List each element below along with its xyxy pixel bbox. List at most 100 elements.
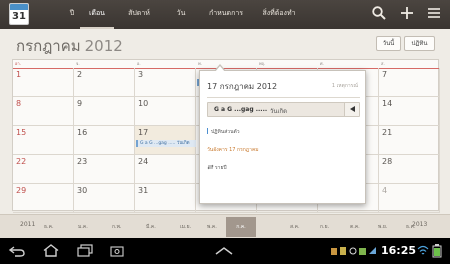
day-cell[interactable]: 17 G a G ...gag ..... วันเกิด — [135, 126, 196, 155]
popup-repeat: รายปี — [207, 164, 227, 172]
day-number: 16 — [77, 128, 88, 137]
popup-event-type: วันเกิด — [270, 108, 288, 115]
tab-year[interactable]: ปี — [62, 0, 82, 29]
event-chip[interactable]: G a G ...gag ..... วันเกิด — [136, 140, 196, 147]
month-item[interactable]: พ.ค. — [207, 223, 217, 231]
add-icon[interactable] — [399, 5, 415, 21]
day-number: 23 — [77, 157, 88, 166]
day-cell[interactable]: 3 — [135, 68, 196, 97]
event-detail-arrow-icon[interactable] — [344, 103, 359, 116]
home-icon[interactable] — [42, 244, 60, 257]
status-time: 16:25 — [381, 244, 417, 257]
calendar-app-icon[interactable]: 31 — [9, 3, 29, 25]
recent-apps-icon[interactable] — [76, 244, 94, 257]
day-number: 4 — [382, 186, 388, 195]
popup-date: 17 กรกฎาคม 2012 — [207, 82, 278, 91]
repeat-icon — [207, 164, 214, 170]
day-cell[interactable]: 1 — [13, 68, 74, 97]
day-number: 8 — [16, 99, 22, 108]
mini-apps-tray-icon[interactable] — [206, 245, 242, 257]
day-cell[interactable]: 28 — [379, 155, 440, 184]
day-number: 24 — [138, 157, 149, 166]
month-item[interactable]: ธ.ค. — [406, 223, 416, 231]
weekday-header: อา. — [15, 61, 21, 66]
day-cell[interactable]: 24 — [135, 155, 196, 184]
popup-event-title: G a G ...gag ..... — [214, 106, 268, 113]
weekday-header: ศ. — [320, 61, 324, 66]
weekday-header: พ. — [198, 61, 202, 66]
weekday-header: ส. — [381, 61, 385, 66]
month-scroller[interactable]: 2011 2013 ธ.ค.ม.ค.ก.พ.มี.ค.เม.ย.พ.ค.มิ.ย… — [0, 214, 450, 238]
year-label: 2012 — [84, 37, 123, 55]
day-cell[interactable]: 29 — [13, 184, 74, 213]
notification-icons — [331, 247, 376, 255]
system-bar: 16:25 — [0, 238, 450, 264]
day-cell[interactable]: 7 — [379, 68, 440, 97]
day-number: 31 — [138, 186, 149, 195]
weekday-header: จ. — [76, 61, 80, 66]
action-bar: 31 ปี เดือน สัปดาห์ วัน กำหนดการ สิ่งที่… — [0, 0, 450, 29]
calendar-color-bar — [207, 128, 208, 134]
day-number: 10 — [138, 99, 149, 108]
tab-month[interactable]: เดือน — [80, 0, 114, 29]
month-item[interactable]: ก.พ. — [112, 223, 122, 231]
wifi-icon — [417, 245, 429, 255]
day-number: 21 — [382, 128, 393, 137]
day-number: 30 — [77, 186, 88, 195]
month-label: กรกฎาคม — [16, 37, 81, 55]
today-button[interactable]: วันนี้ — [376, 36, 401, 51]
day-cell[interactable]: 15 — [13, 126, 74, 155]
day-cell[interactable]: 22 — [13, 155, 74, 184]
day-number: 28 — [382, 157, 393, 166]
day-cell[interactable]: 31 — [135, 184, 196, 213]
month-item-active[interactable]: ก.ค. — [226, 217, 256, 237]
calendar-select-button[interactable]: ปฏิทิน — [404, 36, 435, 51]
popup-calendar-name: ปฏิทินส่วนตัว — [207, 128, 240, 136]
day-number: 22 — [16, 157, 27, 166]
back-icon[interactable] — [8, 245, 26, 257]
day-cell[interactable]: 9 — [74, 97, 135, 126]
month-item[interactable]: ส.ค. — [290, 223, 300, 231]
search-icon[interactable] — [371, 5, 387, 21]
popup-event-count: 1 เหตุการณ์ — [331, 83, 358, 89]
tab-todo[interactable]: สิ่งที่ต้องทำ — [252, 0, 306, 29]
month-item[interactable]: ก.ย. — [320, 223, 329, 231]
screenshot-icon[interactable] — [110, 245, 124, 257]
popup-event-item[interactable]: G a G ...gag ..... วันเกิด — [207, 102, 360, 117]
day-cell[interactable]: 16 — [74, 126, 135, 155]
page-title: กรกฎาคม 2012 — [16, 34, 123, 58]
weekday-header: อ. — [137, 61, 141, 66]
battery-icon — [432, 244, 442, 258]
month-item[interactable]: มี.ค. — [146, 223, 156, 231]
day-number: 14 — [382, 99, 393, 108]
month-item[interactable]: ธ.ค. — [44, 223, 54, 231]
event-popup: 17 กรกฎาคม 2012 1 เหตุการณ์ G a G ...gag… — [199, 64, 366, 204]
popup-divider — [207, 97, 360, 98]
day-cell[interactable]: 23 — [74, 155, 135, 184]
day-cell[interactable]: 30 — [74, 184, 135, 213]
day-number: 7 — [382, 70, 388, 79]
menu-icon[interactable] — [426, 5, 442, 21]
year-left[interactable]: 2011 — [20, 221, 35, 228]
day-number: 9 — [77, 99, 83, 108]
day-number: 15 — [16, 128, 27, 137]
day-cell[interactable]: 21 — [379, 126, 440, 155]
calendar-app-icon-number: 31 — [12, 11, 26, 22]
day-number: 2 — [77, 70, 83, 79]
day-number: 3 — [138, 70, 144, 79]
tab-agenda[interactable]: กำหนดการ — [204, 0, 248, 29]
day-cell[interactable]: 4 — [379, 184, 440, 213]
month-item[interactable]: ต.ค. — [350, 223, 360, 231]
day-cell[interactable]: 8 — [13, 97, 74, 126]
day-cell[interactable]: 10 — [135, 97, 196, 126]
day-number: 29 — [16, 186, 27, 195]
day-cell[interactable]: 2 — [74, 68, 135, 97]
month-item[interactable]: เม.ย. — [180, 223, 191, 231]
month-item[interactable]: ม.ค. — [78, 223, 88, 231]
tab-day[interactable]: วัน — [168, 0, 194, 29]
month-item[interactable]: พ.ย. — [378, 223, 387, 231]
tab-week[interactable]: สัปดาห์ — [120, 0, 158, 29]
popup-date-line: วันอังคาร 17 กรกฎาคม — [207, 147, 259, 153]
day-cell[interactable]: 14 — [379, 97, 440, 126]
day-number: 1 — [16, 70, 22, 79]
